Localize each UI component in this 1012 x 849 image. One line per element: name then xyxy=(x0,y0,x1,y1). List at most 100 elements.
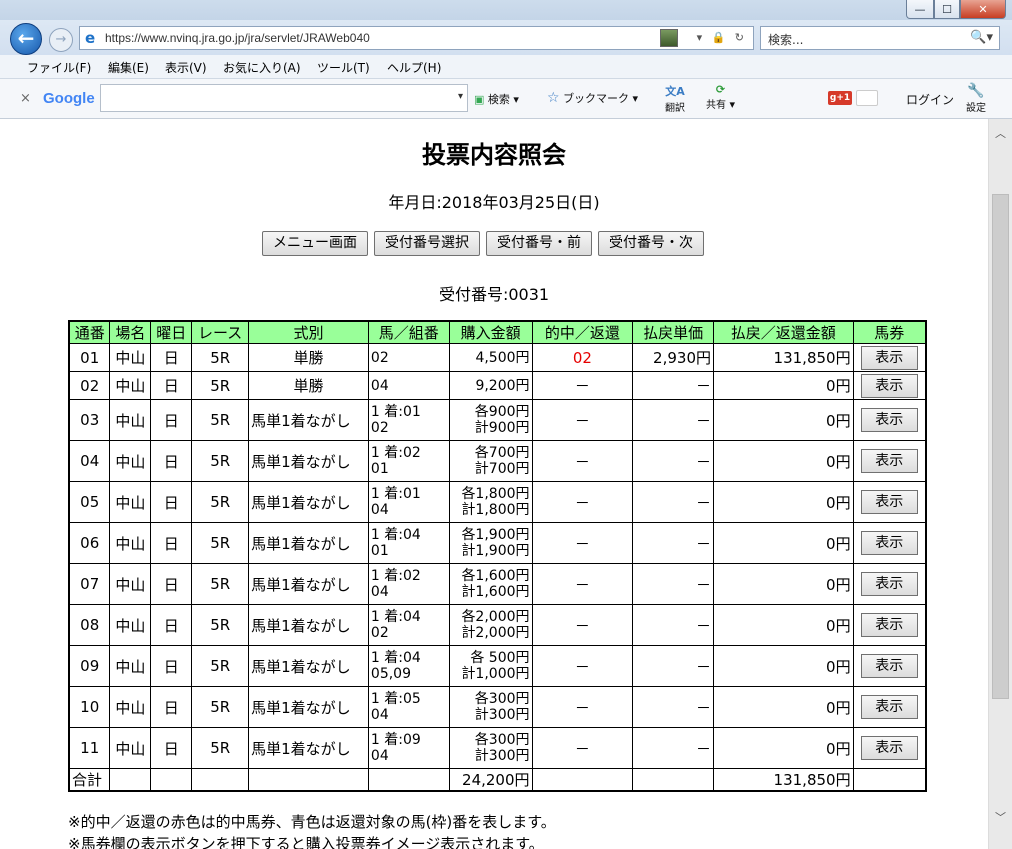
combo-line-2: 05,09 xyxy=(370,666,411,682)
cell-venue: 中山 xyxy=(109,343,152,372)
amount-each: 各900円 xyxy=(474,404,530,420)
amount-each: 各 500円 xyxy=(470,650,530,666)
total-payout: 131,850円 xyxy=(713,768,854,792)
cell-ticket: 表示 xyxy=(852,399,927,441)
navigation-bar: ← → e https://www.nvinq.jra.go.jp/jra/se… xyxy=(0,20,1012,55)
maximize-button[interactable]: ☐ xyxy=(934,0,960,19)
show-ticket-button[interactable]: 表示 xyxy=(860,449,918,473)
cell-hit: － xyxy=(531,727,634,769)
cell-hit: － xyxy=(531,481,634,523)
cell-unit: － xyxy=(632,371,714,400)
address-tools[interactable]: ▾ 🔒 ↻ xyxy=(697,31,747,44)
cell-venue: 中山 xyxy=(109,645,152,687)
amount-each: 各300円 xyxy=(474,732,530,748)
combo-line-1: 1 着:04 xyxy=(370,650,421,666)
back-button[interactable]: ← xyxy=(10,23,42,55)
cell-combo: 02 xyxy=(367,343,450,372)
google-search-button[interactable]: ▣ 検索 ▾ xyxy=(474,91,519,107)
menu-help[interactable]: ヘルプ(H) xyxy=(387,59,441,76)
cell-race: 5R xyxy=(191,399,250,441)
scroll-down-icon[interactable]: ﹀ xyxy=(989,809,1012,825)
combo-line-2: 04 xyxy=(370,502,389,518)
cell-day: 日 xyxy=(150,686,193,728)
combo-line-1: 1 着:04 xyxy=(370,609,421,625)
vertical-scrollbar[interactable]: ︿ ﹀ xyxy=(988,119,1012,849)
table-row: 10 中山日 5R 馬単1着ながし 1 着:05 04 各300円 計300円－－ 0円 表示 xyxy=(68,686,927,728)
share-button[interactable]: ⟳ 共有 ▾ xyxy=(706,83,735,111)
show-ticket-button[interactable]: 表示 xyxy=(860,373,918,398)
search-icon[interactable]: 🔍▾ xyxy=(970,30,993,45)
site-image-icon xyxy=(660,29,678,47)
cell-combo: 1 着:01 04 xyxy=(367,481,450,523)
dropdown-arrow-icon[interactable]: ▾ xyxy=(458,91,463,102)
empty-cell xyxy=(852,768,927,792)
cell-combo: 1 着:04 05,09 xyxy=(367,645,450,687)
combo-line-1: 1 着:09 xyxy=(370,732,421,748)
close-button[interactable]: ✕ xyxy=(960,0,1006,19)
bookmark-button[interactable]: ☆ ブックマーク ▾ xyxy=(547,90,638,106)
scroll-up-icon[interactable]: ︿ xyxy=(989,125,1012,141)
google-toolbar: × Google ▾ ▣ 検索 ▾ ☆ ブックマーク ▾ 文A 翻訳 ⟳ 共有 … xyxy=(0,79,1012,119)
translate-button[interactable]: 文A 翻訳 xyxy=(665,83,685,114)
settings-button[interactable]: 🔧 設定 xyxy=(966,83,986,114)
total-label: 合計 xyxy=(68,768,111,792)
cell-combo: 1 着:04 01 xyxy=(367,522,450,564)
show-ticket-button[interactable]: 表示 xyxy=(860,654,918,678)
combo-line-1: 1 着:04 xyxy=(370,527,421,543)
receipt-select-button[interactable]: 受付番号選択 xyxy=(374,231,480,256)
header-amount: 購入金額 xyxy=(448,320,533,344)
combo-line-2: 01 xyxy=(370,461,389,477)
cell-day: 日 xyxy=(150,645,193,687)
note-show-button: ※馬券欄の表示ボタンを押下すると購入投票券イメージ表示されます。 xyxy=(68,835,544,849)
empty-cell xyxy=(109,768,152,792)
cell-amount: 各2,000円 計2,000円 xyxy=(448,604,533,646)
menu-view[interactable]: 表示(V) xyxy=(165,59,207,76)
google-search-input[interactable]: ▾ xyxy=(100,84,468,112)
address-bar[interactable]: e https://www.nvinq.jra.go.jp/jra/servle… xyxy=(79,26,754,50)
table-row: 04 中山日 5R 馬単1着ながし 1 着:02 01 各700円 計700円－－ 0円 表示 xyxy=(68,440,927,482)
cell-hit: － xyxy=(531,686,634,728)
cell-payout: 0円 xyxy=(713,481,854,523)
login-button[interactable]: ログイン xyxy=(906,91,954,108)
forward-button[interactable]: → xyxy=(49,28,73,52)
url-text[interactable]: https://www.nvinq.jra.go.jp/jra/servlet/… xyxy=(105,31,370,45)
cell-amount: 9,200円 xyxy=(448,371,533,400)
cell-type: 馬単1着ながし xyxy=(248,686,369,728)
show-ticket-button[interactable]: 表示 xyxy=(860,490,918,514)
browser-search-box[interactable]: 検索... 🔍▾ xyxy=(760,26,1000,50)
table-row: 08 中山日 5R 馬単1着ながし 1 着:04 02 各2,000円 計2,000円－－ 0円… xyxy=(68,604,927,646)
receipt-prev-button[interactable]: 受付番号・前 xyxy=(486,231,592,256)
google-plus-icon[interactable]: g+1 xyxy=(828,91,852,105)
header-venue: 場名 xyxy=(109,320,152,344)
show-ticket-button[interactable]: 表示 xyxy=(860,345,918,370)
menu-screen-button[interactable]: メニュー画面 xyxy=(262,231,368,256)
toolbar-close-icon[interactable]: × xyxy=(20,91,31,106)
empty-cell xyxy=(150,768,193,792)
receipt-next-button[interactable]: 受付番号・次 xyxy=(598,231,704,256)
show-ticket-button[interactable]: 表示 xyxy=(860,736,918,760)
header-type: 式別 xyxy=(248,320,369,344)
header-payout: 払戻／返還金額 xyxy=(713,320,854,344)
cell-unit: － xyxy=(632,727,714,769)
menu-tools[interactable]: ツール(T) xyxy=(317,59,370,76)
show-ticket-button[interactable]: 表示 xyxy=(860,408,918,432)
arrow-right-icon: → xyxy=(55,32,67,47)
show-ticket-button[interactable]: 表示 xyxy=(860,613,918,637)
header-race: レース xyxy=(191,320,250,344)
show-ticket-button[interactable]: 表示 xyxy=(860,695,918,719)
show-ticket-button[interactable]: 表示 xyxy=(860,572,918,596)
scroll-thumb[interactable] xyxy=(992,194,1009,699)
cell-unit: － xyxy=(632,604,714,646)
cell-payout: 0円 xyxy=(713,371,854,400)
star-icon: ☆ xyxy=(547,90,560,106)
cell-unit: － xyxy=(632,686,714,728)
show-ticket-button[interactable]: 表示 xyxy=(860,531,918,555)
menu-file[interactable]: ファイル(F) xyxy=(27,59,91,76)
cell-race: 5R xyxy=(191,727,250,769)
menu-edit[interactable]: 編集(E) xyxy=(108,59,149,76)
cell-payout: 0円 xyxy=(713,686,854,728)
cell-day: 日 xyxy=(150,727,193,769)
table-header-row: 通番 場名 曜日 レース 式別 馬／組番 購入金額 的中／返還 払戻単価 払戻／… xyxy=(68,320,927,344)
menu-favorites[interactable]: お気に入り(A) xyxy=(223,59,301,76)
minimize-button[interactable]: — xyxy=(906,0,934,19)
